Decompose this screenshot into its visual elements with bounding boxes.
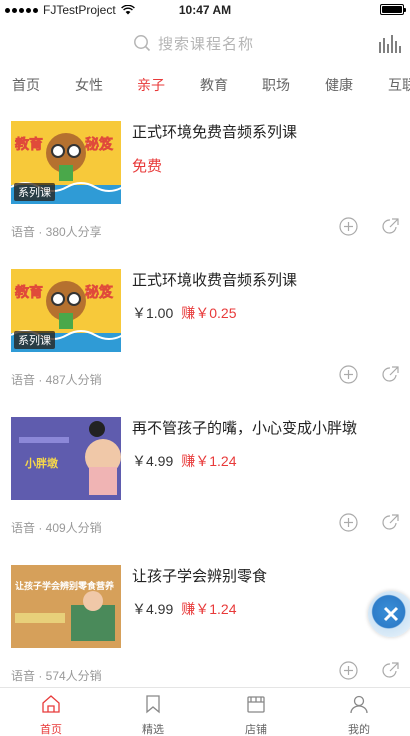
series-badge: 系列课 <box>14 331 55 349</box>
search-bar[interactable]: 搜索课程名称 <box>0 26 410 62</box>
category-tabs: 首页 女性 亲子 教育 职场 健康 互联 <box>0 72 410 98</box>
tab-career[interactable]: 职场 <box>262 75 290 95</box>
course-item[interactable]: 小胖墩 再不管孩子的嘴，小心变成小胖墩 ￥4.99 赚￥1.24 语音 · 40… <box>0 417 410 565</box>
price: ￥4.99 <box>132 601 174 617</box>
course-item[interactable]: 教育 秘笈 系列课 正式环境收费音频系列课 ￥1.00 赚￥0.25 语音 · … <box>0 269 410 417</box>
course-title[interactable]: 再不管孩子的嘴，小心变成小胖墩 <box>132 417 357 438</box>
search-icon <box>134 35 151 52</box>
search-input[interactable]: 搜索课程名称 <box>158 33 254 54</box>
add-icon[interactable] <box>339 217 358 236</box>
tabbar-label: 店铺 <box>245 724 267 736</box>
bottom-tab-bar: 首页 精选 店铺 我的 <box>0 687 410 736</box>
tab-home[interactable]: 首页 <box>12 75 40 95</box>
thumb-text: 让孩子学会辨别零食营养 <box>15 580 114 592</box>
series-badge: 系列课 <box>14 183 55 201</box>
svg-text:秘笈: 秘笈 <box>85 136 114 153</box>
tab-parenting[interactable]: 亲子 <box>137 75 165 95</box>
price: ￥1.00 <box>132 305 174 321</box>
share-icon[interactable] <box>381 513 400 532</box>
add-icon[interactable] <box>339 365 358 384</box>
status-time: 10:47 AM <box>178 3 232 17</box>
course-meta: 语音 · 380人分享 <box>11 225 102 239</box>
user-icon <box>350 695 368 714</box>
course-thumbnail: 让孩子学会辨别零食营养 <box>11 565 121 648</box>
thumb-text: 小胖墩 <box>24 456 59 470</box>
course-title[interactable]: 正式环境收费音频系列课 <box>132 269 297 290</box>
audio-wave-icon[interactable] <box>378 34 402 54</box>
course-thumbnail: 教育 秘笈 系列课 <box>11 269 121 352</box>
status-bar: FJTestProject 10:47 AM <box>0 0 410 20</box>
course-thumbnail: 小胖墩 <box>11 417 121 500</box>
course-meta: 语音 · 487人分销 <box>11 373 102 387</box>
price-row: ￥4.99 赚￥1.24 <box>132 599 237 619</box>
earn-amount: 赚￥0.25 <box>181 305 237 321</box>
home-icon <box>42 695 60 713</box>
course-meta: 语音 · 409人分销 <box>11 521 102 535</box>
price-row: ￥1.00 赚￥0.25 <box>132 303 237 323</box>
course-title[interactable]: 正式环境免费音频系列课 <box>132 121 297 142</box>
tab-education[interactable]: 教育 <box>200 75 228 95</box>
close-icon <box>383 606 399 622</box>
share-icon[interactable] <box>381 365 400 384</box>
course-title[interactable]: 让孩子学会辨别零食 <box>132 565 267 586</box>
course-thumbnail: 教育 秘笈 系列课 <box>11 121 121 204</box>
price: ￥4.99 <box>132 453 174 469</box>
tab-health[interactable]: 健康 <box>325 75 353 95</box>
tabbar-item-mine[interactable]: 我的 <box>308 688 410 736</box>
bookmark-icon <box>146 695 160 714</box>
tab-internet[interactable]: 互联 <box>388 75 410 95</box>
tab-women[interactable]: 女性 <box>75 75 103 95</box>
thumb-text: 教育 <box>15 136 43 153</box>
course-meta: 语音 · 574人分销 <box>11 669 102 683</box>
price-row: 免费 <box>132 155 162 176</box>
tabbar-item-store[interactable]: 店铺 <box>205 688 307 736</box>
course-item[interactable]: 教育 秘笈 系列课 正式环境免费音频系列课 免费 语音 · 380人分享 <box>0 121 410 269</box>
tabbar-item-featured[interactable]: 精选 <box>102 688 204 736</box>
free-label: 免费 <box>132 158 163 175</box>
tabbar-label: 我的 <box>348 724 370 736</box>
share-icon[interactable] <box>381 217 400 236</box>
tabbar-item-home[interactable]: 首页 <box>0 688 102 736</box>
battery-icon <box>380 4 406 15</box>
tabbar-label: 首页 <box>40 724 62 736</box>
svg-text:秘笈: 秘笈 <box>85 284 114 301</box>
price-row: ￥4.99 赚￥1.24 <box>132 451 237 471</box>
earn-amount: 赚￥1.24 <box>181 453 237 469</box>
store-icon <box>247 696 265 713</box>
add-icon[interactable] <box>339 513 358 532</box>
svg-text:教育: 教育 <box>15 284 43 301</box>
earn-amount: 赚￥1.24 <box>181 601 237 617</box>
add-icon[interactable] <box>339 661 358 680</box>
floating-player-button[interactable] <box>368 591 410 637</box>
share-icon[interactable] <box>381 661 400 680</box>
tabbar-label: 精选 <box>142 724 164 736</box>
